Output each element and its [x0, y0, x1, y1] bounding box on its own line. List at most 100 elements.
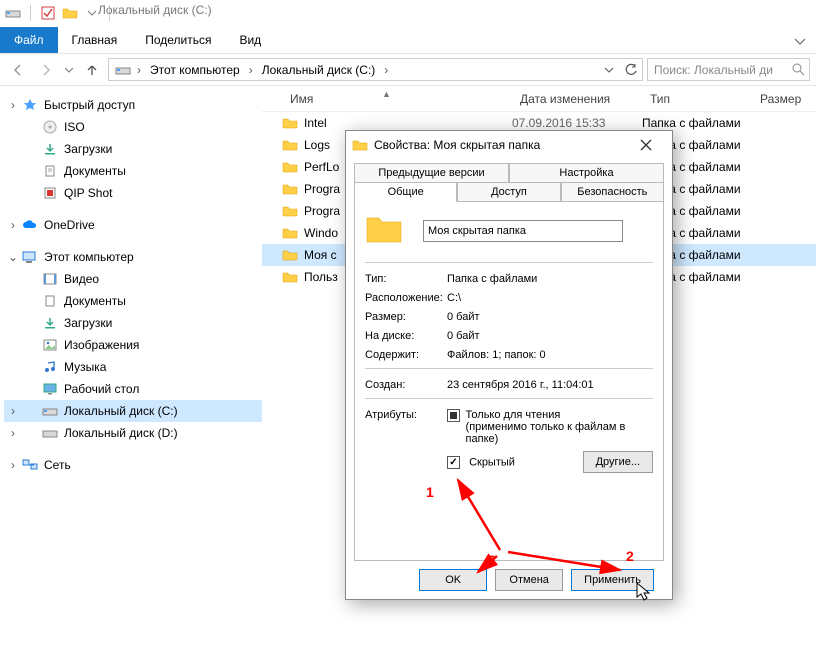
column-header-name[interactable]: Имя▲	[282, 92, 512, 106]
nav-onedrive[interactable]: › OneDrive	[4, 214, 262, 236]
annotation-number-3: 3	[488, 552, 496, 568]
tab-sharing[interactable]: Доступ	[457, 182, 560, 202]
address-history-icon[interactable]	[604, 65, 614, 75]
value-location: C:\	[447, 292, 653, 304]
label-contains: Содержит:	[365, 349, 447, 361]
label-size: Размер:	[365, 311, 447, 323]
checkbox-readonly[interactable]	[447, 409, 460, 422]
nav-item[interactable]: Видео	[4, 268, 262, 290]
label-ondisk: На диске:	[365, 330, 447, 342]
nav-item[interactable]: ISO	[4, 116, 262, 138]
folder-icon	[282, 160, 300, 174]
chevron-right-icon[interactable]: ›	[8, 98, 18, 112]
folder-icon	[352, 138, 368, 152]
app-icon	[42, 185, 58, 201]
folder-icon	[282, 248, 300, 262]
tab-security[interactable]: Безопасность	[561, 182, 664, 202]
tab-general[interactable]: Общие	[354, 182, 457, 202]
annotation-number-2: 2	[626, 548, 634, 564]
column-header-date[interactable]: Дата изменения	[512, 92, 642, 106]
disc-icon	[42, 119, 58, 135]
chevron-right-icon[interactable]: ›	[382, 63, 390, 77]
ribbon-expand-icon[interactable]	[792, 33, 808, 49]
label-created: Создан:	[365, 379, 447, 391]
search-placeholder: Поиск: Локальный ди	[654, 63, 773, 77]
nav-quick-access[interactable]: › Быстрый доступ	[4, 94, 262, 116]
chevron-right-icon[interactable]: ›	[8, 458, 18, 472]
tab-previous-versions[interactable]: Предыдущие версии	[354, 163, 509, 182]
breadcrumb-seg[interactable]: Этот компьютер	[147, 63, 243, 77]
ribbon-tab[interactable]: Вид	[225, 27, 275, 53]
attr-hidden: Скрытый	[469, 456, 515, 468]
recent-dropdown-icon[interactable]	[62, 58, 76, 82]
document-icon	[42, 163, 58, 179]
folder-icon	[282, 204, 300, 218]
drive-icon	[4, 4, 22, 22]
dialog-title: Свойства: Моя скрытая папка	[374, 138, 540, 152]
nav-item-drive-d[interactable]: ›Локальный диск (D:)	[4, 422, 262, 444]
address-bar[interactable]: › Этот компьютер › Локальный диск (C:) ›	[108, 58, 643, 81]
search-input[interactable]: Поиск: Локальный ди	[647, 58, 810, 81]
video-icon	[42, 271, 58, 287]
label-type: Тип:	[365, 273, 447, 285]
tab-customize[interactable]: Настройка	[509, 163, 664, 182]
annotation-number-1: 1	[426, 484, 434, 500]
download-icon	[42, 141, 58, 157]
column-header-type[interactable]: Тип	[642, 92, 752, 106]
image-icon	[42, 337, 58, 353]
pc-icon	[22, 249, 38, 265]
up-button[interactable]	[80, 58, 104, 82]
folder-icon	[282, 182, 300, 196]
nav-item[interactable]: Загрузки	[4, 138, 262, 160]
ribbon-tab[interactable]: Поделиться	[131, 27, 225, 53]
navigation-pane: › Быстрый доступ ISO Загрузки Документы …	[0, 86, 262, 671]
nav-item-drive-c[interactable]: ›Локальный диск (C:)	[4, 400, 262, 422]
value-size: 0 байт	[447, 311, 653, 323]
breadcrumb-seg[interactable]: Локальный диск (C:)	[259, 63, 379, 77]
document-icon	[42, 293, 58, 309]
ok-button[interactable]: OK	[419, 569, 487, 591]
nav-item[interactable]: Загрузки	[4, 312, 262, 334]
checkbox-hidden[interactable]	[447, 456, 460, 469]
sort-asc-icon: ▲	[382, 89, 391, 99]
advanced-button[interactable]: Другие...	[583, 451, 653, 473]
value-type: Папка с файлами	[447, 273, 653, 285]
chevron-right-icon[interactable]: ›	[8, 426, 18, 440]
cancel-button[interactable]: Отмена	[495, 569, 563, 591]
nav-item[interactable]: Музыка	[4, 356, 262, 378]
nav-item[interactable]: QIP Shot	[4, 182, 262, 204]
search-icon	[791, 62, 805, 76]
ribbon-tab-file[interactable]: Файл	[0, 27, 58, 53]
value-contains: Файлов: 1; папок: 0	[447, 349, 653, 361]
nav-item[interactable]: Документы	[4, 290, 262, 312]
ribbon-tab[interactable]: Главная	[58, 27, 132, 53]
cloud-icon	[22, 217, 38, 233]
nav-item[interactable]: Документы	[4, 160, 262, 182]
label-location: Расположение:	[365, 292, 447, 304]
column-header-size[interactable]: Размер	[752, 92, 812, 106]
folder-icon	[365, 212, 403, 250]
music-icon	[42, 359, 58, 375]
download-icon	[42, 315, 58, 331]
qat-newfolder-icon[interactable]	[61, 4, 79, 22]
label-attributes: Атрибуты:	[365, 409, 447, 421]
qat-properties-icon[interactable]	[39, 4, 57, 22]
network-icon	[22, 457, 38, 473]
refresh-icon[interactable]	[624, 63, 638, 77]
nav-this-pc[interactable]: ⌄ Этот компьютер	[4, 246, 262, 268]
attr-readonly: Только для чтения (применимо только к фа…	[466, 409, 653, 445]
chevron-right-icon[interactable]: ›	[8, 218, 18, 232]
folder-icon	[282, 226, 300, 240]
close-button[interactable]	[626, 131, 666, 159]
forward-button[interactable]	[34, 58, 58, 82]
nav-item[interactable]: Рабочий стол	[4, 378, 262, 400]
chevron-right-icon[interactable]: ›	[135, 63, 143, 77]
nav-item[interactable]: Изображения	[4, 334, 262, 356]
chevron-right-icon[interactable]: ›	[247, 63, 255, 77]
back-button[interactable]	[6, 58, 30, 82]
nav-network[interactable]: › Сеть	[4, 454, 262, 476]
properties-dialog: Свойства: Моя скрытая папка Предыдущие в…	[345, 130, 673, 600]
chevron-right-icon[interactable]: ›	[8, 404, 18, 418]
chevron-down-icon[interactable]: ⌄	[8, 250, 18, 264]
folder-name-input[interactable]	[423, 220, 623, 242]
